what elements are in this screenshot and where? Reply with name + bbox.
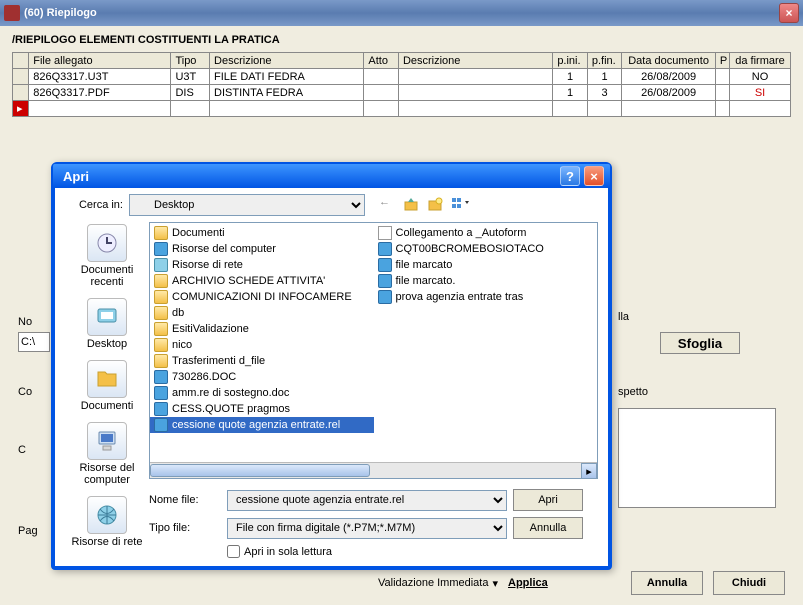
list-item[interactable]: COMUNICAZIONI DI INFOCAMERE <box>150 289 374 305</box>
look-in-row: Cerca in: Desktop ← <box>65 194 598 216</box>
new-folder-icon[interactable] <box>427 196 445 214</box>
folder-icon <box>154 354 168 368</box>
list-item[interactable]: CESS.QUOTE pragmos <box>150 401 374 417</box>
back-icon[interactable]: ← <box>379 196 397 214</box>
list-item[interactable]: CQT00BCROMEBOSIOTACO <box>374 241 598 257</box>
list-item[interactable]: amm.re di sostegno.doc <box>150 385 374 401</box>
readonly-label: Apri in sola lettura <box>244 546 332 558</box>
file-list[interactable]: DocumentiRisorse del computerRisorse di … <box>149 222 598 479</box>
page-title: /RIEPILOGO ELEMENTI COSTITUENTI LA PRATI… <box>12 34 791 46</box>
list-item[interactable]: file marcato <box>374 257 598 273</box>
bottom-bar: Validazione Immediata ▾ Applica Annulla … <box>0 567 803 599</box>
dialog-titlebar[interactable]: Apri ? × <box>53 164 610 188</box>
list-item[interactable]: 730286.DOC <box>150 369 374 385</box>
label-fragment: Pag <box>18 525 38 537</box>
label-fragment: lla <box>618 311 629 323</box>
scrollbar-horizontal[interactable]: ▸ <box>150 462 597 478</box>
place-recent[interactable]: Documenti recenti <box>65 224 149 288</box>
label-fragment: C <box>18 444 26 456</box>
close-icon[interactable]: × <box>584 166 604 186</box>
place-computer[interactable]: Risorse del computer <box>65 422 149 486</box>
close-button[interactable]: Chiudi <box>713 571 785 595</box>
close-icon[interactable]: × <box>779 3 799 23</box>
list-item[interactable]: Collegamento a _Autoform <box>374 225 598 241</box>
generic-icon <box>154 386 168 400</box>
views-icon[interactable] <box>451 196 469 214</box>
list-item[interactable]: Documenti <box>150 225 374 241</box>
list-item[interactable]: Trasferimenti d_file <box>150 353 374 369</box>
readonly-checkbox[interactable] <box>227 545 240 558</box>
generic-icon <box>378 274 392 288</box>
list-item[interactable]: file marcato. <box>374 273 598 289</box>
open-button[interactable]: Apri <box>513 489 583 511</box>
filename-label: Nome file: <box>149 494 221 506</box>
list-item[interactable]: db <box>150 305 374 321</box>
help-icon[interactable]: ? <box>560 166 580 186</box>
list-item[interactable]: Risorse di rete <box>150 257 374 273</box>
list-item[interactable]: Risorse del computer <box>150 241 374 257</box>
generic-icon <box>154 418 168 432</box>
generic-icon <box>154 242 168 256</box>
window-title: (60) Riepilogo <box>24 7 779 19</box>
generic-icon <box>378 242 392 256</box>
table-header-row: File allegatoTipoDescrizioneAttoDescrizi… <box>13 53 791 69</box>
browse-button[interactable]: Sfoglia <box>660 332 740 354</box>
generic-icon <box>154 370 168 384</box>
folder-icon <box>154 338 168 352</box>
list-item[interactable]: nico <box>150 337 374 353</box>
path-input-fragment[interactable] <box>18 332 50 352</box>
scroll-right-icon[interactable]: ▸ <box>581 463 597 479</box>
places-bar: Documenti recenti Desktop Documenti Riso… <box>65 222 149 479</box>
dialog-title: Apri <box>63 169 556 184</box>
table-row[interactable]: 826Q3317.PDFDISDISTINTA FEDRA1326/08/200… <box>13 85 791 101</box>
label-fragment: Co <box>18 386 32 398</box>
table-row-active[interactable]: ▸ <box>13 101 791 117</box>
attachments-table[interactable]: File allegatoTipoDescrizioneAttoDescrizi… <box>12 52 791 117</box>
up-icon[interactable] <box>403 196 421 214</box>
generic-icon <box>378 290 392 304</box>
folder-icon <box>154 290 168 304</box>
folder-icon <box>154 306 168 320</box>
dialog-toolbar: ← <box>379 196 469 214</box>
filename-input[interactable]: cessione quote agenzia entrate.rel <box>227 490 507 511</box>
filetype-select[interactable]: File con firma digitale (*.P7M;*.M7M) <box>227 518 507 539</box>
dialog-cancel-button[interactable]: Annulla <box>513 517 583 539</box>
list-item[interactable]: EsitiValidazione <box>150 321 374 337</box>
list-item[interactable]: cessione quote agenzia entrate.rel <box>150 417 374 433</box>
look-in-label: Cerca in: <box>65 199 123 211</box>
titlebar[interactable]: (60) Riepilogo × <box>0 0 803 26</box>
folder-icon <box>154 322 168 336</box>
generic-icon <box>154 402 168 416</box>
generic-icon <box>378 258 392 272</box>
place-desktop[interactable]: Desktop <box>87 298 127 350</box>
label-fragment: spetto <box>618 386 648 398</box>
label-fragment: No <box>18 316 32 328</box>
filetype-label: Tipo file: <box>149 522 221 534</box>
link-icon <box>378 226 392 240</box>
text-area[interactable] <box>618 408 776 508</box>
scrollbar-thumb[interactable] <box>150 464 370 477</box>
table-row[interactable]: 826Q3317.U3TU3TFILE DATI FEDRA1126/08/20… <box>13 69 791 85</box>
folder-icon <box>154 274 168 288</box>
validation-label: Validazione Immediata <box>378 577 488 589</box>
list-item[interactable]: prova agenzia entrate tras <box>374 289 598 305</box>
validation-selector[interactable]: Validazione Immediata ▾ Applica <box>378 577 548 590</box>
list-item[interactable]: ARCHIVIO SCHEDE ATTIVITA' <box>150 273 374 289</box>
cancel-button[interactable]: Annulla <box>631 571 703 595</box>
app-icon <box>4 5 20 21</box>
file-open-dialog: Apri ? × Cerca in: Desktop ← Documenti r… <box>51 162 612 570</box>
place-documents[interactable]: Documenti <box>81 360 134 412</box>
apply-link[interactable]: Applica <box>508 577 548 589</box>
net-icon <box>154 258 168 272</box>
look-in-select[interactable]: Desktop <box>129 194 365 216</box>
folder-icon <box>154 226 168 240</box>
chevron-down-icon[interactable]: ▾ <box>492 577 498 590</box>
